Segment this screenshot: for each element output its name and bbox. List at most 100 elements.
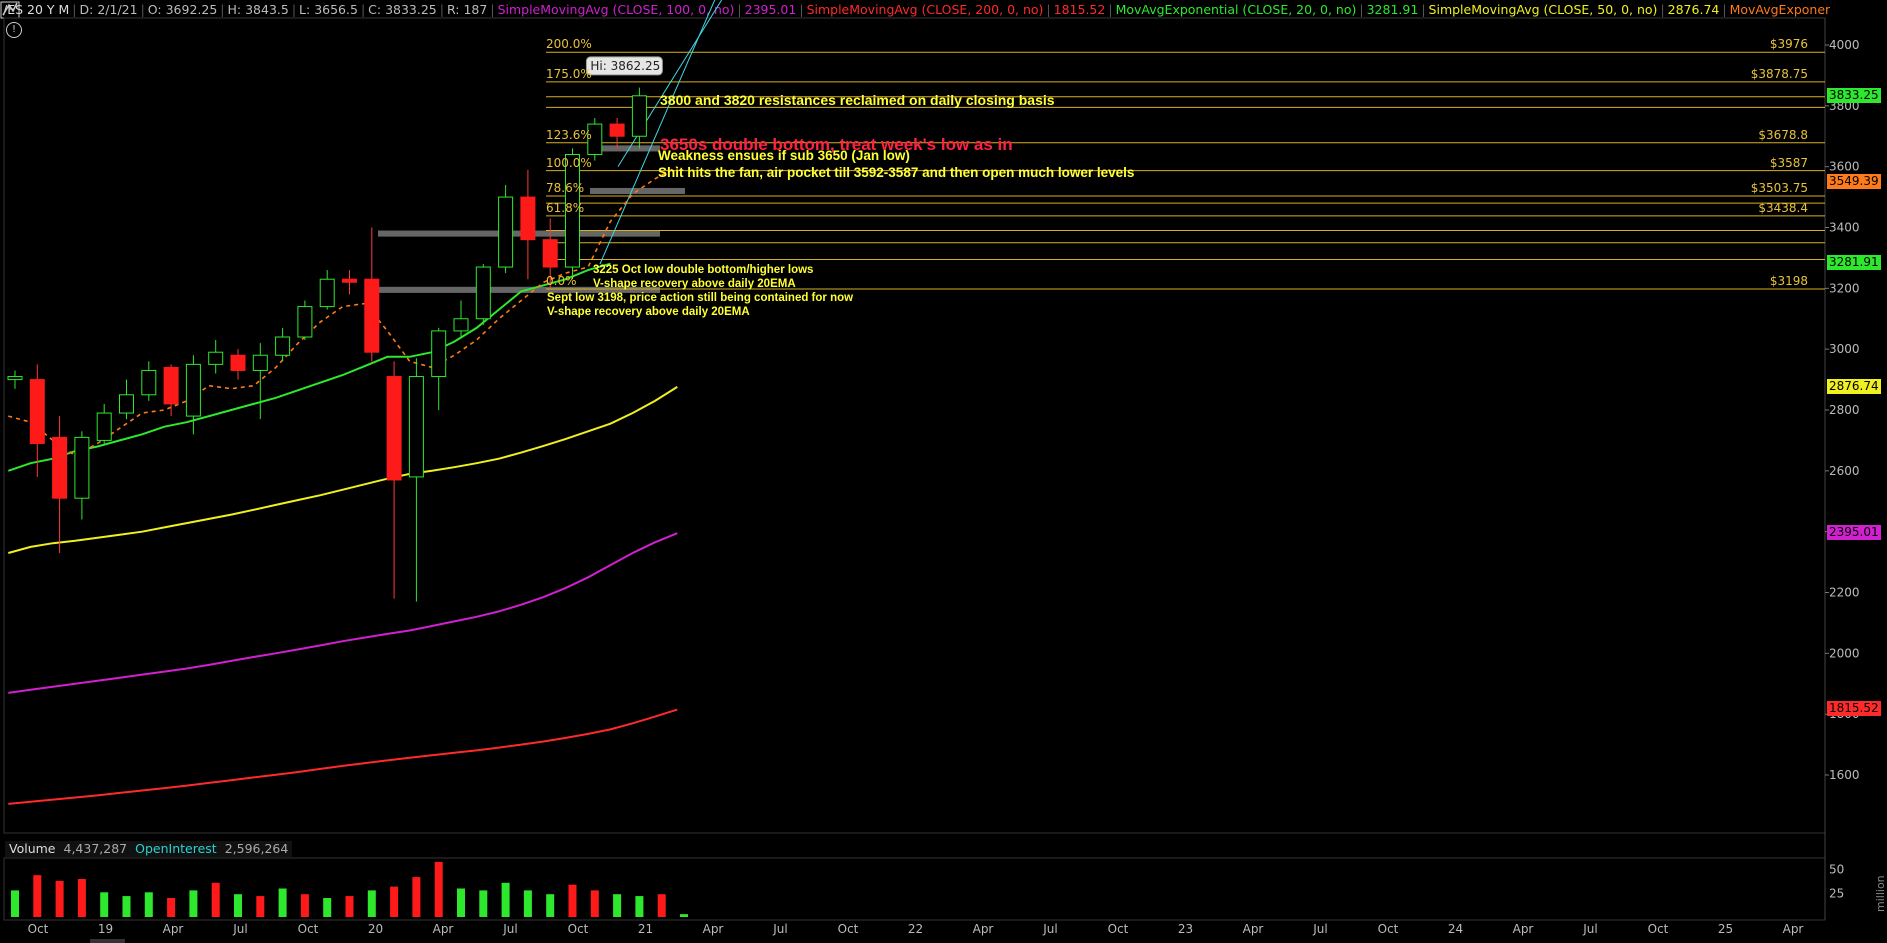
fib-price-label: $3678.8 (1758, 127, 1808, 142)
time-tick-label: Oct (568, 922, 589, 936)
price-tick-label: 2800 (1829, 403, 1860, 417)
volume-bar (55, 880, 64, 917)
price-tick-label: 2600 (1829, 464, 1860, 478)
volume-bar (189, 890, 198, 917)
volume-label[interactable]: Volume (5, 841, 60, 857)
annotation-text[interactable]: 3225 Oct low double bottom/higher lows (593, 264, 813, 276)
candle-body (252, 354, 268, 371)
volume-bar (523, 890, 532, 917)
volume-bar (144, 892, 153, 917)
series-line (8, 708, 678, 805)
candle-body (631, 95, 647, 137)
time-tick-label: 23 (1178, 922, 1193, 936)
series-line (8, 532, 678, 694)
candle-body (342, 278, 357, 283)
time-tick-label: Jul (772, 922, 787, 936)
oi-value: 2,596,264 (220, 841, 293, 857)
fib-pct-label: 175.0% (546, 66, 592, 81)
time-tick-label: Apr (1513, 922, 1534, 936)
volume-bar (278, 888, 287, 917)
candle-body (319, 278, 335, 308)
volume-bar (33, 875, 42, 917)
fib-pct-label: 61.8% (546, 200, 585, 215)
volume-bar (479, 890, 488, 917)
support-zone (378, 230, 660, 237)
candle-body (431, 330, 447, 378)
time-tick-label: Jul (1582, 922, 1597, 936)
price-tag: 3549.39 (1827, 174, 1881, 190)
volume-bar (546, 894, 555, 917)
price-tag: 2876.74 (1827, 378, 1881, 394)
annotation-text[interactable]: 3800 and 3820 resistances reclaimed on d… (660, 92, 1055, 108)
candle-body (520, 196, 536, 241)
hi-bubble-text: Hi: 3862.25 (590, 59, 660, 73)
price-tag: 1815.52 (1827, 701, 1881, 717)
annotation-text[interactable]: V-shape recovery above daily 20EMA (547, 306, 750, 318)
candle-body (453, 318, 469, 332)
scrollbar-thumb[interactable] (90, 939, 125, 943)
volume-bar (345, 896, 354, 917)
candle-body (96, 412, 112, 441)
candle-body (29, 379, 45, 444)
time-tick-label: Apr (1783, 922, 1804, 936)
time-tick-label: 22 (908, 922, 923, 936)
fib-price-label: $3878.75 (1750, 66, 1808, 81)
candle-body (163, 366, 179, 405)
price-tick-label: 2000 (1829, 646, 1860, 660)
time-tick-label: 21 (638, 922, 653, 936)
time-tick-label: 24 (1448, 922, 1463, 936)
candle-body (141, 369, 157, 396)
time-tick-label: 20 (368, 922, 383, 936)
price-tick-label: 3600 (1829, 160, 1860, 174)
candle-body (230, 354, 246, 371)
annotation-text[interactable]: Weakness ensues if sub 3650 (Jan low) (658, 148, 910, 163)
volume-bar (100, 892, 109, 917)
time-tick-label: Jul (232, 922, 247, 936)
fib-price-label: $3198 (1769, 273, 1808, 288)
volume-bar (11, 890, 19, 917)
volume-bar (568, 884, 577, 917)
fib-pct-label: 123.6% (546, 127, 592, 142)
volume-panel-frame (3, 857, 1826, 921)
annotation-text[interactable]: Sept low 3198, price action still being … (547, 292, 853, 304)
volume-bar (635, 896, 644, 917)
annotation-text[interactable]: Shit hits the fan, air pocket till 3592-… (658, 165, 1134, 180)
candle-body (542, 239, 558, 268)
candle-body (208, 351, 224, 365)
volume-header: Volume 4,437,287 OpenInterest 2,596,264 (5, 841, 293, 857)
volume-bar (657, 894, 666, 917)
time-tick-label: Apr (703, 922, 724, 936)
volume-bar (412, 877, 421, 917)
time-tick-label: Apr (163, 922, 184, 936)
volume-bar (211, 882, 220, 917)
time-tick-label: Jul (1312, 922, 1327, 936)
time-tick-label: 19 (98, 922, 113, 936)
price-tick-label: 3200 (1829, 281, 1860, 295)
annotation-text[interactable]: V-shape recovery above daily 20EMA (593, 278, 796, 290)
time-tick-label: Apr (1243, 922, 1264, 936)
fib-pct-label: 0.0% (546, 273, 577, 288)
time-tick-label: Oct (28, 922, 49, 936)
fib-pct-label: 100.0% (546, 155, 592, 170)
candle-body (386, 376, 402, 481)
oi-label[interactable]: OpenInterest (131, 841, 221, 857)
candle-body (609, 123, 625, 137)
volume-bar (367, 890, 376, 917)
volume-bar (77, 879, 86, 917)
price-tick-label: 1600 (1829, 768, 1860, 782)
volume-bar (167, 898, 176, 917)
candle-body (52, 436, 68, 499)
fib-pct-label: 78.6% (546, 180, 585, 195)
time-tick-label: Apr (973, 922, 994, 936)
price-tick-label: 4000 (1829, 38, 1860, 52)
volume-bar (323, 898, 332, 917)
time-tick-label: Apr (433, 922, 454, 936)
volume-bar (256, 896, 265, 917)
fib-price-label: $3503.75 (1750, 180, 1808, 195)
fib-price-label: $3976 (1769, 37, 1808, 52)
time-tick-label: Oct (1648, 922, 1669, 936)
time-tick-label: Oct (838, 922, 859, 936)
candle-body (475, 266, 491, 320)
candle-body (408, 376, 424, 478)
candle-body (297, 306, 313, 338)
